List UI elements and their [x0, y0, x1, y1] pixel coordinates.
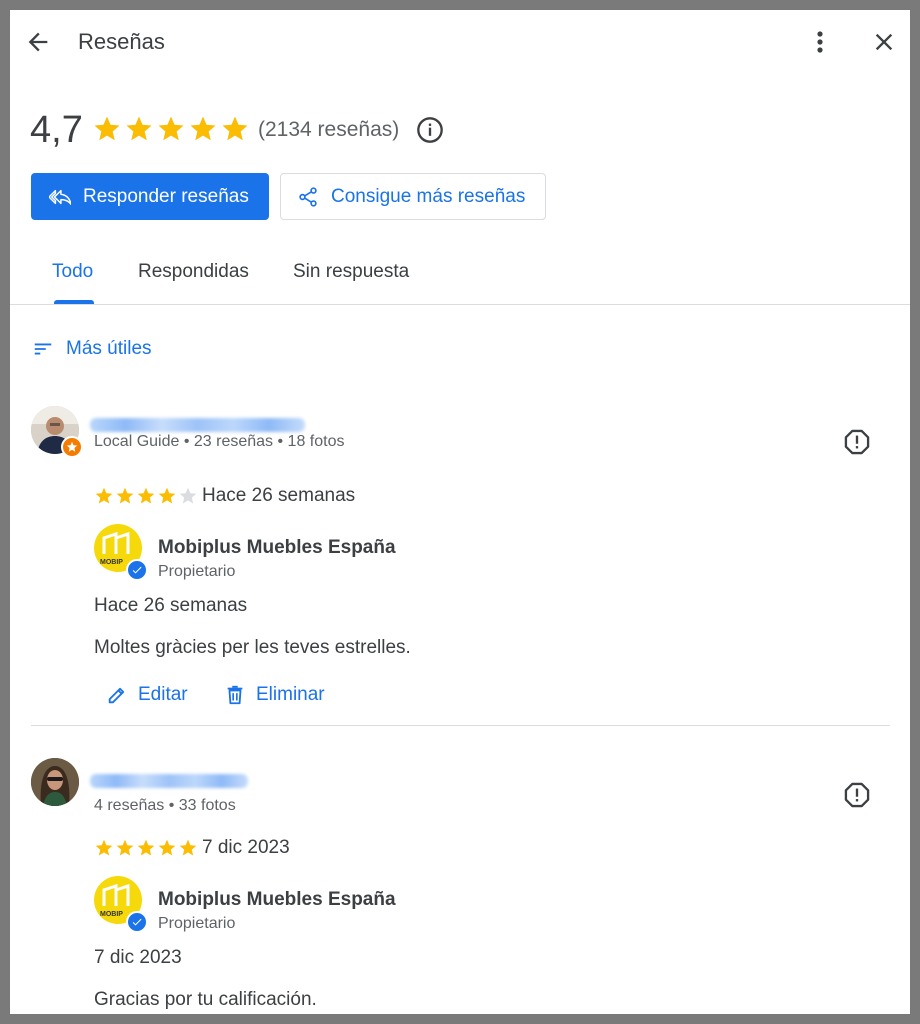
tab-sin-respuesta[interactable]: Sin respuesta	[293, 260, 409, 284]
star-icon	[94, 116, 120, 141]
star-icon	[116, 487, 134, 504]
reviewer-meta: Local Guide • 23 reseñas • 18 fotos	[94, 433, 345, 450]
reviews-panel: Reseñas 4,7 (2134 reseñas) Responder res…	[10, 10, 910, 1014]
star-icon	[179, 839, 197, 856]
star-icon	[126, 116, 152, 141]
get-more-reviews-label: Consigue más reseñas	[331, 185, 526, 207]
reviewer-photo	[31, 758, 79, 806]
review-stars	[94, 486, 198, 506]
reply-text: Moltes gràcies per les teves estrelles.	[94, 637, 411, 658]
respond-reviews-label: Responder reseñas	[83, 185, 249, 207]
verified-badge	[126, 559, 148, 581]
edit-reply-button[interactable]: Editar	[106, 684, 188, 706]
respond-reviews-button[interactable]: Responder reseñas	[31, 173, 269, 220]
owner-logo-text: MOBIP	[100, 559, 123, 566]
pencil-icon	[108, 687, 125, 704]
overall-rating: 4,7	[30, 109, 83, 151]
review-date: 7 dic 2023	[202, 837, 290, 858]
delete-reply-button[interactable]: Eliminar	[224, 684, 325, 706]
avatar[interactable]	[31, 758, 79, 806]
owner-role: Propietario	[158, 915, 236, 932]
check-icon	[132, 566, 142, 574]
sort-button[interactable]: Más útiles	[32, 338, 152, 360]
report-icon[interactable]	[843, 781, 871, 809]
local-guide-badge	[61, 436, 83, 458]
sort-icon	[34, 343, 52, 355]
trash-icon	[227, 685, 243, 705]
star-empty-icon	[179, 487, 197, 504]
reply-date: 7 dic 2023	[94, 947, 182, 968]
review-date: Hace 26 semanas	[202, 485, 356, 506]
star-icon	[137, 839, 155, 856]
tabs-divider	[10, 304, 910, 305]
star-icon	[137, 487, 155, 504]
reply-text: Gracias por tu calificación.	[94, 989, 317, 1010]
tab-respondidas[interactable]: Respondidas	[138, 260, 249, 284]
review-divider	[31, 725, 890, 726]
report-icon[interactable]	[843, 428, 871, 456]
overall-stars	[92, 114, 250, 144]
share-icon	[299, 186, 317, 207]
reviewer-meta: 4 reseñas • 33 fotos	[94, 797, 236, 814]
star-badge-icon	[66, 441, 78, 452]
reply-date: Hace 26 semanas	[94, 595, 248, 616]
owner-logo-text: MOBIP	[100, 911, 123, 918]
reviewer-name-redacted[interactable]	[90, 774, 248, 788]
star-icon	[158, 116, 184, 141]
star-icon	[116, 839, 134, 856]
reviewer-name-redacted[interactable]	[90, 418, 305, 432]
delete-label: Eliminar	[256, 684, 325, 705]
star-icon	[95, 839, 113, 856]
get-more-reviews-button[interactable]: Consigue más reseñas	[280, 173, 546, 220]
review-stars	[94, 838, 198, 858]
star-icon	[222, 116, 248, 141]
more-vert-icon[interactable]	[810, 28, 830, 56]
review-count: (2134 reseñas)	[258, 118, 400, 141]
star-icon	[190, 116, 216, 141]
star-icon	[158, 839, 176, 856]
sort-label: Más útiles	[66, 338, 152, 359]
page-title: Reseñas	[78, 29, 165, 54]
check-icon	[132, 918, 142, 926]
star-icon	[95, 487, 113, 504]
owner-name: Mobiplus Muebles España	[158, 889, 396, 910]
info-icon[interactable]	[416, 116, 444, 144]
reply-all-icon	[49, 189, 71, 205]
star-icon	[158, 487, 176, 504]
owner-name: Mobiplus Muebles España	[158, 537, 396, 558]
owner-role: Propietario	[158, 563, 236, 580]
arrow-back-icon[interactable]	[24, 28, 52, 56]
verified-badge	[126, 911, 148, 933]
tab-todo[interactable]: Todo	[52, 260, 93, 284]
edit-label: Editar	[138, 684, 188, 705]
close-icon[interactable]	[870, 28, 898, 56]
